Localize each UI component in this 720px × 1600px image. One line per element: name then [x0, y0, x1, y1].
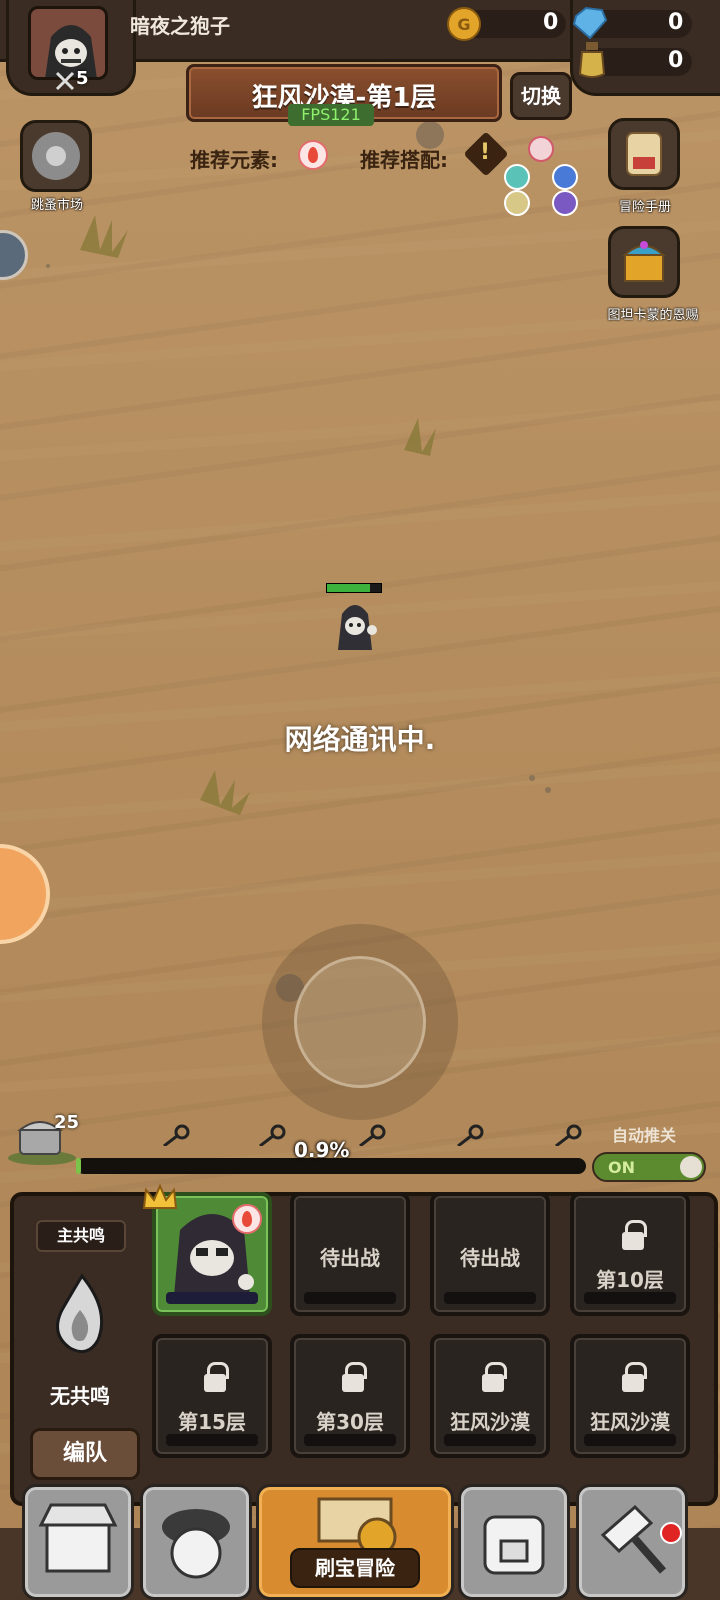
- key-milestone-icon: [160, 1124, 190, 1148]
- lock-icon: [204, 1362, 229, 1392]
- slot-bar: [166, 1434, 258, 1446]
- nav-heroes-button[interactable]: [140, 1484, 252, 1600]
- fps-counter: FPS121: [288, 104, 374, 126]
- player-name: 暗夜之狍子: [130, 14, 230, 38]
- notification-dot: [660, 1522, 682, 1544]
- team-slot-5-locked[interactable]: 第15层: [152, 1334, 272, 1458]
- backpack-icon: [483, 1515, 545, 1575]
- slot-unlock-requirement: 第10层: [596, 1268, 664, 1292]
- lock-icon: [342, 1362, 367, 1392]
- team-slot-6-locked[interactable]: 第30层: [290, 1334, 410, 1458]
- team-slot-4-locked[interactable]: 第10层: [570, 1192, 690, 1316]
- scroll-icon: [626, 132, 662, 176]
- auto-push-label: 自动推关: [612, 1126, 677, 1145]
- recommend-element-label: 推荐元素:: [190, 148, 278, 172]
- svg-text:G: G: [457, 15, 470, 34]
- gem-value: 0: [668, 10, 684, 35]
- light-orb-icon: [504, 190, 530, 216]
- flea-market-button[interactable]: [20, 120, 92, 192]
- water-orb-icon: [552, 164, 578, 190]
- toggle-knob: [680, 1156, 702, 1178]
- hero-hp-bar: [326, 583, 382, 593]
- formation-button[interactable]: 编队: [30, 1428, 140, 1480]
- hero-slot-bar: [166, 1292, 258, 1304]
- tutankhamun-gift-label: 图坦卡蒙的恩赐: [607, 308, 699, 323]
- hero-fire-element-icon: [232, 1204, 262, 1234]
- adventure-manual-label: 冒险手册: [618, 200, 671, 215]
- hero-hp-fill: [327, 584, 371, 592]
- team-slot-8-locked[interactable]: 狂风沙漠: [570, 1334, 690, 1458]
- lock-icon: [622, 1362, 647, 1392]
- slot-unlock-requirement: 狂风沙漠: [450, 1410, 530, 1434]
- key-milestone-icon: [256, 1124, 286, 1148]
- team-slot-7-locked[interactable]: 狂风沙漠: [430, 1334, 550, 1458]
- game-screen: 5 暗夜之狍子 G 0 0 0 狂风沙漠-第1层 FPS121 切换 推荐元素:…: [0, 0, 720, 1600]
- team-slot-2[interactable]: 待出战: [290, 1192, 410, 1316]
- crown-icon: [142, 1183, 178, 1209]
- toggle-state-text: ON: [608, 1158, 635, 1177]
- wind-orb-icon: [504, 164, 530, 190]
- resonance-flame-icon[interactable]: [40, 1270, 124, 1362]
- tutankhamun-gift-button[interactable]: [608, 226, 680, 298]
- nav-shop-button[interactable]: [22, 1484, 134, 1600]
- joystick-knob[interactable]: [294, 956, 426, 1088]
- key-milestone-icon: [356, 1124, 386, 1148]
- resonance-state: 无共鸣: [50, 1384, 110, 1408]
- main-resonance-title: 主共鸣: [36, 1220, 126, 1252]
- nav-bag-button[interactable]: [458, 1484, 570, 1600]
- hero-character: [338, 605, 377, 650]
- slot-bar: [304, 1292, 396, 1304]
- nav-adventure-label: 刷宝冒险: [290, 1548, 420, 1588]
- switch-stage-button[interactable]: 切换: [510, 72, 572, 120]
- dark-orb-icon: [552, 190, 578, 216]
- gold-value: 0: [543, 10, 559, 35]
- potion-value: 0: [668, 48, 684, 73]
- auto-push-toggle[interactable]: ON: [592, 1152, 706, 1182]
- flea-market-label: 跳蚤市场: [30, 198, 83, 213]
- potion-bottle-icon: [578, 42, 606, 78]
- adventure-manual-button[interactable]: [608, 118, 680, 190]
- player-avatar[interactable]: [28, 6, 108, 80]
- treasure-chest-icon: [622, 241, 666, 282]
- fire-orb-icon: [528, 136, 554, 162]
- slot-bar: [444, 1434, 536, 1446]
- exclamation-icon: !: [480, 140, 491, 165]
- slot-label: 待出战: [460, 1246, 520, 1270]
- gold-coin-icon: G: [447, 7, 481, 41]
- network-status-text: 网络通讯中.: [284, 723, 436, 756]
- diamond-gem-icon: [572, 6, 608, 40]
- crossed-swords-icon: [55, 71, 75, 91]
- chest-count: 25: [54, 1112, 80, 1133]
- progress-percent: 0.9%: [294, 1138, 350, 1162]
- stage-progress-fill: [76, 1158, 81, 1174]
- team-slot-3[interactable]: 待出战: [430, 1192, 550, 1316]
- lock-icon: [482, 1362, 507, 1392]
- slot-unlock-requirement: 第15层: [178, 1410, 246, 1434]
- slot-label: 待出战: [320, 1246, 380, 1270]
- lock-icon: [622, 1220, 647, 1250]
- fire-element-icon: [298, 140, 328, 170]
- slot-bar: [584, 1292, 676, 1304]
- slot-bar: [584, 1434, 676, 1446]
- slot-unlock-requirement: 狂风沙漠: [590, 1410, 670, 1434]
- player-level: 5: [76, 68, 89, 89]
- hero-face-icon: [162, 1509, 230, 1579]
- slot-unlock-requirement: 第30层: [316, 1410, 384, 1434]
- slot-bar: [304, 1434, 396, 1446]
- key-milestone-icon: [552, 1124, 582, 1148]
- recommend-combo-label: 推荐搭配:: [360, 148, 448, 172]
- slot-bar: [444, 1292, 536, 1304]
- flea-market-icon: [32, 132, 80, 180]
- key-milestone-icon: [454, 1124, 484, 1148]
- shop-icon: [38, 1503, 118, 1573]
